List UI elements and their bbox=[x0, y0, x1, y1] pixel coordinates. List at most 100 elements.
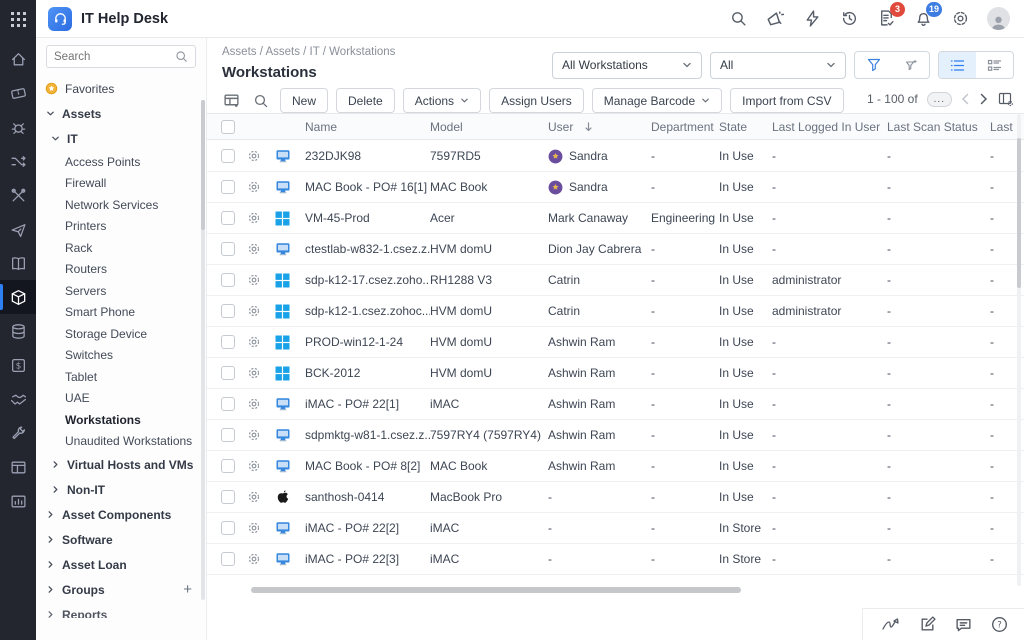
column-header-last-scan-status[interactable]: Last Scan Status bbox=[887, 120, 990, 134]
row-checkbox[interactable] bbox=[221, 211, 235, 225]
approvals-icon[interactable]: 3 bbox=[876, 9, 896, 29]
admin-icon[interactable] bbox=[0, 416, 36, 450]
table-row[interactable]: PROD-win12-1-24HVM domUAshwin Ram-In Use… bbox=[207, 327, 1024, 358]
quick-actions-icon[interactable] bbox=[802, 9, 822, 29]
list-search-icon[interactable] bbox=[250, 90, 272, 112]
actions-button[interactable]: Actions bbox=[403, 88, 481, 113]
row-settings-button[interactable] bbox=[247, 149, 275, 163]
delete-button[interactable]: Delete bbox=[336, 88, 395, 113]
row-settings-button[interactable] bbox=[247, 335, 275, 349]
list-view-button[interactable] bbox=[939, 52, 976, 78]
next-page-icon[interactable] bbox=[979, 93, 988, 105]
zia-icon[interactable] bbox=[881, 617, 900, 633]
projects-icon[interactable] bbox=[0, 178, 36, 212]
row-checkbox[interactable] bbox=[221, 459, 235, 473]
table-row[interactable]: ctestlab-w832-1.csez.z...HVM domUDion Ja… bbox=[207, 234, 1024, 265]
column-header-department[interactable]: Department bbox=[651, 120, 719, 134]
pagination-more-button[interactable]: ... bbox=[927, 92, 952, 107]
sidebar-item-asset-components[interactable]: Asset Components bbox=[36, 502, 206, 527]
table-vertical-scrollbar[interactable] bbox=[1017, 138, 1021, 288]
user-avatar[interactable] bbox=[987, 7, 1010, 30]
row-checkbox[interactable] bbox=[221, 242, 235, 256]
row-checkbox[interactable] bbox=[221, 273, 235, 287]
dashboards-icon[interactable] bbox=[0, 450, 36, 484]
row-settings-button[interactable] bbox=[247, 242, 275, 256]
sidebar-item-favorites[interactable]: Favorites bbox=[36, 76, 206, 101]
table-row[interactable]: 232DJK987597RD5Sandra-In Use--- bbox=[207, 141, 1024, 172]
sidebar-item-uae[interactable]: UAE bbox=[36, 388, 206, 410]
row-settings-button[interactable] bbox=[247, 552, 275, 566]
row-checkbox[interactable] bbox=[221, 490, 235, 504]
table-row[interactable]: sdp-k12-1.csez.zohoc...HVM domUCatrin-In… bbox=[207, 296, 1024, 327]
add-group-button[interactable]: + bbox=[183, 582, 192, 597]
sidebar-item-switches[interactable]: Switches bbox=[36, 345, 206, 367]
problems-icon[interactable] bbox=[0, 110, 36, 144]
row-checkbox[interactable] bbox=[221, 428, 235, 442]
assign-users-button[interactable]: Assign Users bbox=[489, 88, 584, 113]
view-filter-select[interactable]: All Workstations bbox=[552, 52, 702, 79]
sidebar-item-routers[interactable]: Routers bbox=[36, 259, 206, 281]
table-row[interactable]: BCK-2012HVM domUAshwin Ram-In Use--- bbox=[207, 358, 1024, 389]
import-from-csv-button[interactable]: Import from CSV bbox=[730, 88, 843, 113]
sidebar-scrollbar[interactable] bbox=[201, 100, 205, 230]
help-icon[interactable]: ? bbox=[991, 616, 1008, 633]
row-checkbox[interactable] bbox=[221, 149, 235, 163]
manage-barcode-button[interactable]: Manage Barcode bbox=[592, 88, 722, 113]
sidebar-item-firewall[interactable]: Firewall bbox=[36, 173, 206, 195]
global-search-icon[interactable] bbox=[728, 9, 748, 29]
sidebar-item-access-points[interactable]: Access Points bbox=[36, 151, 206, 173]
announcements-icon[interactable] bbox=[765, 9, 785, 29]
chat-icon[interactable] bbox=[955, 617, 972, 633]
releases-icon[interactable] bbox=[0, 212, 36, 246]
sidebar-item-unaudited-workstations[interactable]: Unaudited Workstations bbox=[36, 431, 206, 453]
row-settings-button[interactable] bbox=[247, 428, 275, 442]
row-settings-button[interactable] bbox=[247, 490, 275, 504]
sidebar-item-workstations[interactable]: Workstations bbox=[36, 409, 206, 431]
row-checkbox[interactable] bbox=[221, 552, 235, 566]
type-filter-select[interactable]: All bbox=[710, 52, 846, 79]
table-customize-icon[interactable] bbox=[220, 90, 242, 112]
changes-icon[interactable] bbox=[0, 144, 36, 178]
row-settings-button[interactable] bbox=[247, 397, 275, 411]
row-checkbox[interactable] bbox=[221, 366, 235, 380]
sidebar-item-printers[interactable]: Printers bbox=[36, 216, 206, 238]
sidebar-item-non-it[interactable]: Non-IT bbox=[36, 477, 206, 502]
requests-icon[interactable] bbox=[0, 76, 36, 110]
advanced-filter-button[interactable] bbox=[892, 52, 929, 78]
column-header-model[interactable]: Model bbox=[430, 120, 548, 134]
sidebar-item-software[interactable]: Software bbox=[36, 527, 206, 552]
table-row[interactable]: iMAC - PO# 22[3]iMAC--In Store--- bbox=[207, 544, 1024, 575]
row-settings-button[interactable] bbox=[247, 273, 275, 287]
table-row[interactable]: sdp-k12-17.csez.zoho...RH1288 V3Catrin-I… bbox=[207, 265, 1024, 296]
table-row[interactable]: santhosh-0414MacBook Pro--In Use--- bbox=[207, 482, 1024, 513]
sidebar-item-network-services[interactable]: Network Services bbox=[36, 194, 206, 216]
table-horizontal-scrollbar[interactable] bbox=[251, 587, 741, 593]
row-checkbox[interactable] bbox=[221, 521, 235, 535]
home-icon[interactable] bbox=[0, 42, 36, 76]
row-settings-button[interactable] bbox=[247, 459, 275, 473]
solutions-icon[interactable] bbox=[0, 246, 36, 280]
sidebar-item-it[interactable]: IT bbox=[36, 126, 206, 151]
table-row[interactable]: iMAC - PO# 22[2]iMAC--In Store--- bbox=[207, 513, 1024, 544]
sidebar-item-virtual-hosts-and-vms[interactable]: Virtual Hosts and VMs bbox=[36, 452, 206, 477]
purchases-icon[interactable]: $ bbox=[0, 348, 36, 382]
row-checkbox[interactable] bbox=[221, 335, 235, 349]
sidebar-search[interactable] bbox=[46, 45, 196, 68]
contracts-icon[interactable] bbox=[0, 382, 36, 416]
sidebar-item-servers[interactable]: Servers bbox=[36, 280, 206, 302]
select-all-checkbox[interactable] bbox=[221, 120, 235, 134]
assets-icon[interactable] bbox=[0, 280, 36, 314]
table-row[interactable]: VM-45-ProdAcerMark CanawayEngineeringIn … bbox=[207, 203, 1024, 234]
row-settings-button[interactable] bbox=[247, 180, 275, 194]
column-header-name[interactable]: Name bbox=[305, 120, 430, 134]
column-header-last-logged-in-user[interactable]: Last Logged In User bbox=[772, 120, 887, 134]
card-view-button[interactable] bbox=[976, 52, 1013, 78]
table-row[interactable]: MAC Book - PO# 8[2]MAC BookAshwin Ram-In… bbox=[207, 451, 1024, 482]
app-launcher-icon[interactable] bbox=[11, 7, 26, 31]
table-row[interactable]: MAC Book - PO# 16[1]MAC BookSandra-In Us… bbox=[207, 172, 1024, 203]
sidebar-item-tablet[interactable]: Tablet bbox=[36, 366, 206, 388]
row-checkbox[interactable] bbox=[221, 304, 235, 318]
column-settings-icon[interactable] bbox=[997, 91, 1014, 107]
column-header-state[interactable]: State bbox=[719, 120, 772, 134]
history-icon[interactable] bbox=[839, 9, 859, 29]
